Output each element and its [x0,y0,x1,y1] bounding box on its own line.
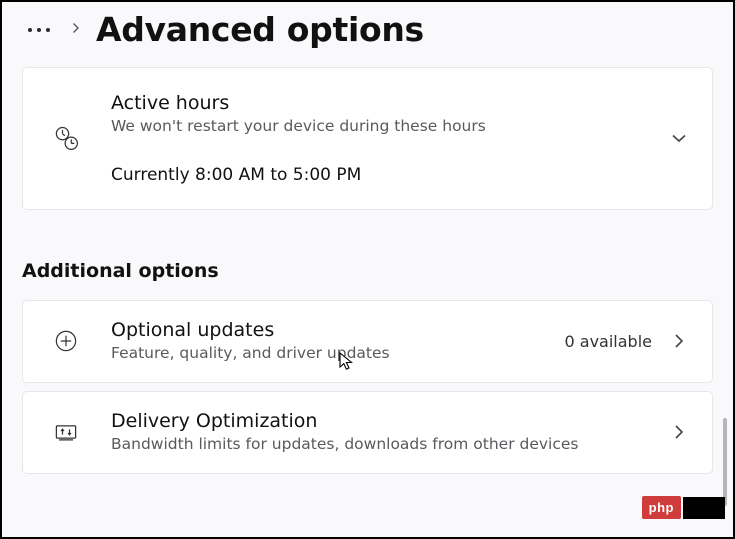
delivery-optimization-subtitle: Bandwidth limits for updates, downloads … [111,434,648,455]
optional-updates-card[interactable]: Optional updates Feature, quality, and d… [22,300,713,383]
active-hours-card[interactable]: Active hours We won't restart your devic… [22,67,713,210]
delivery-optimization-icon [43,418,89,446]
chevron-right-icon [670,332,688,350]
delivery-optimization-trailing [670,423,688,441]
delivery-optimization-card[interactable]: Delivery Optimization Bandwidth limits f… [22,391,713,474]
watermark: php [642,496,725,519]
page-title: Advanced options [96,10,424,49]
delivery-optimization-title: Delivery Optimization [111,410,648,432]
chevron-down-icon [670,129,688,147]
watermark-php: php [642,496,681,519]
vertical-scrollbar[interactable] [723,418,727,506]
chevron-right-icon [670,423,688,441]
optional-updates-body: Optional updates Feature, quality, and d… [111,319,543,364]
optional-updates-subtitle: Feature, quality, and driver updates [111,343,543,364]
optional-updates-trailing: 0 available [565,332,688,351]
active-hours-icon [43,124,89,152]
ellipsis-icon[interactable] [22,24,56,36]
breadcrumb: Advanced options [22,2,713,67]
active-hours-title: Active hours [111,92,648,114]
active-hours-current: Currently 8:00 AM to 5:00 PM [111,165,648,185]
active-hours-subtitle: We won't restart your device during thes… [111,116,648,137]
active-hours-body: Active hours We won't restart your devic… [111,92,648,185]
watermark-box [683,497,725,519]
optional-updates-count: 0 available [565,332,652,351]
optional-updates-title: Optional updates [111,319,543,341]
section-label-additional: Additional options [22,260,713,282]
delivery-optimization-body: Delivery Optimization Bandwidth limits f… [111,410,648,455]
chevron-right-icon [70,22,82,38]
plus-circle-icon [43,327,89,355]
settings-page: Advanced options Active hours We won't r… [2,2,733,537]
active-hours-expand[interactable] [670,129,688,147]
